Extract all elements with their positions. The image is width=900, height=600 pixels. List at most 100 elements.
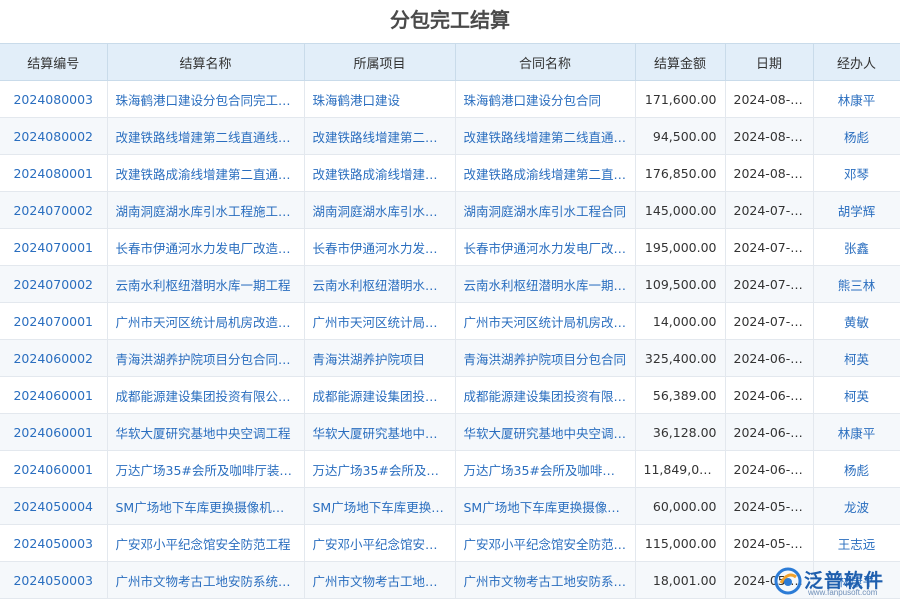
cell-contract-name[interactable]: 云南水利枢纽潜明水库一期合同: [455, 265, 636, 303]
cell-settlement-name[interactable]: 广州市文物考古工地安防系统工程: [107, 561, 305, 599]
cell-amount: 18,001.00: [635, 561, 726, 599]
header-contract-name[interactable]: 合同名称: [455, 43, 636, 81]
settlement-table: 结算编号 结算名称 所属项目 合同名称 结算金额 日期 经办人 20240800…: [0, 43, 900, 599]
cell-settlement-no[interactable]: 2024070002: [0, 265, 108, 303]
cell-contract-name[interactable]: 长春市伊通河水力发电厂改造合同: [455, 228, 636, 266]
cell-date: 2024-07-12: [725, 191, 814, 229]
cell-settlement-no[interactable]: 2024080003: [0, 80, 108, 118]
table-row[interactable]: 2024060001 华软大厦研究基地中央空调工程 华软大厦研究基地中央空调 华软大厦…: [0, 413, 900, 451]
cell-handler: 王志远: [813, 524, 900, 562]
cell-handler: 胡学辉: [813, 191, 900, 229]
cell-project[interactable]: 广州市天河区统计局机房改造: [304, 302, 456, 340]
header-settlement-name[interactable]: 结算名称: [107, 43, 305, 81]
cell-settlement-no[interactable]: 2024060001: [0, 450, 108, 488]
cell-contract-name[interactable]: 广州市天河区统计局机房改造合同: [455, 302, 636, 340]
cell-settlement-no[interactable]: 2024070001: [0, 228, 108, 266]
table-row[interactable]: 2024050004 SM广场地下车库更换摄像机工程 SM广场地下车库更换摄像机 SM…: [0, 487, 900, 525]
cell-settlement-name[interactable]: 珠海鹤港口建设分包合同完工结算: [107, 80, 305, 118]
cell-contract-name[interactable]: 万达广场35#会所及咖啡厅合同: [455, 450, 636, 488]
cell-settlement-no[interactable]: 2024070001: [0, 302, 108, 340]
cell-project[interactable]: SM广场地下车库更换摄像机: [304, 487, 456, 525]
cell-project[interactable]: 广州市文物考古工地安防系统: [304, 561, 456, 599]
table-row[interactable]: 2024060002 青海洪湖养护院项目分包合同结算 青海洪湖养护院项目 青海洪湖养护…: [0, 339, 900, 377]
cell-settlement-name[interactable]: 湖南洞庭湖水库引水工程施工结算: [107, 191, 305, 229]
cell-contract-name[interactable]: 改建铁路成渝线增建第二直通线合同: [455, 154, 636, 192]
cell-project[interactable]: 华软大厦研究基地中央空调: [304, 413, 456, 451]
cell-handler: 熊三林: [813, 265, 900, 303]
cell-project[interactable]: 珠海鹤港口建设: [304, 80, 456, 118]
cell-amount: 11,849,000.00: [635, 450, 726, 488]
cell-contract-name[interactable]: 广州市文物考古工地安防系统合同: [455, 561, 636, 599]
cell-date: 2024-05-21: [725, 487, 814, 525]
page-title: 分包完工结算: [390, 8, 510, 32]
cell-settlement-no[interactable]: 2024060001: [0, 376, 108, 414]
table-row[interactable]: 2024080002改建铁路线增建第二线直通线工程改建铁路线增建第二线直通线改建…: [0, 117, 900, 155]
cell-settlement-name[interactable]: 改建铁路成渝线增建第二直通线工程: [107, 154, 305, 192]
cell-settlement-name[interactable]: 华软大厦研究基地中央空调工程: [107, 413, 305, 451]
cell-settlement-name[interactable]: 万达广场35#会所及咖啡厅装修工程: [107, 450, 305, 488]
cell-contract-name[interactable]: 珠海鹤港口建设分包合同: [455, 80, 636, 118]
cell-handler: 邓琴: [813, 154, 900, 192]
cell-settlement-name[interactable]: 广州市天河区统计局机房改造工程: [107, 302, 305, 340]
header-project[interactable]: 所属项目: [304, 43, 456, 81]
cell-project[interactable]: 成都能源建设集团投资有限公司: [304, 376, 456, 414]
table-row[interactable]: 2024070002 云南水利枢纽潜明水库一期工程 云南水利枢纽潜明水库一期 云南水利…: [0, 265, 900, 303]
table-row[interactable]: 2024060001 万达广场35#会所及咖啡厅装修工程 万达广场35#会所及咖啡厅…: [0, 450, 900, 488]
cell-date: 2024-06-01: [725, 450, 814, 488]
header-settlement-no[interactable]: 结算编号: [0, 43, 108, 81]
cell-project[interactable]: 广安邓小平纪念馆安全防范: [304, 524, 456, 562]
cell-settlement-name[interactable]: SM广场地下车库更换摄像机工程: [107, 487, 305, 525]
cell-contract-name[interactable]: 成都能源建设集团投资有限公司合同: [455, 376, 636, 414]
cell-project[interactable]: 万达广场35#会所及咖啡厅: [304, 450, 456, 488]
cell-settlement-no[interactable]: 2024080002: [0, 117, 108, 155]
cell-settlement-name[interactable]: 云南水利枢纽潜明水库一期工程: [107, 265, 305, 303]
table-row[interactable]: 2024050003广州市文物考古工地安防系统工程广州市文物考古工地安防系统广州…: [0, 561, 900, 599]
cell-settlement-name[interactable]: 改建铁路线增建第二线直通线工程: [107, 117, 305, 155]
cell-project[interactable]: 改建铁路成渝线增建第二直通线: [304, 154, 456, 192]
table-row[interactable]: 2024060001成都能源建设集团投资有限公司工程成都能源建设集团投资有限公司…: [0, 376, 900, 414]
cell-settlement-name[interactable]: 青海洪湖养护院项目分包合同结算: [107, 339, 305, 377]
cell-contract-name[interactable]: 青海洪湖养护院项目分包合同: [455, 339, 636, 377]
header-date[interactable]: 日期: [725, 43, 814, 81]
cell-settlement-name[interactable]: 长春市伊通河水力发电厂改造工程: [107, 228, 305, 266]
cell-handler: 龙波: [813, 487, 900, 525]
cell-date: 2024-06-18: [725, 376, 814, 414]
cell-settlement-name[interactable]: 成都能源建设集团投资有限公司工程: [107, 376, 305, 414]
cell-project[interactable]: 湖南洞庭湖水库引水工程: [304, 191, 456, 229]
cell-handler: 黄敏: [813, 302, 900, 340]
cell-settlement-no[interactable]: 2024050004: [0, 487, 108, 525]
cell-date: 2024-08-16: [725, 154, 814, 192]
cell-project[interactable]: 云南水利枢纽潜明水库一期: [304, 265, 456, 303]
cell-contract-name[interactable]: 广安邓小平纪念馆安全防范合同: [455, 524, 636, 562]
cell-date: 2024-06-05: [725, 413, 814, 451]
cell-amount: 56,389.00: [635, 376, 726, 414]
cell-project[interactable]: 改建铁路线增建第二线直通线: [304, 117, 456, 155]
cell-amount: 115,000.00: [635, 524, 726, 562]
table-row[interactable]: 2024070001长春市伊通河水力发电厂改造工程长春市伊通河水力发电厂改造长春…: [0, 228, 900, 266]
cell-settlement-no[interactable]: 2024050003: [0, 561, 108, 599]
cell-settlement-no[interactable]: 2024060001: [0, 413, 108, 451]
cell-settlement-no[interactable]: 2024070002: [0, 191, 108, 229]
cell-date: 2024-07-05: [725, 228, 814, 266]
table-row[interactable]: 2024070001广州市天河区统计局机房改造工程广州市天河区统计局机房改造广州…: [0, 302, 900, 340]
cell-project[interactable]: 长春市伊通河水力发电厂改造: [304, 228, 456, 266]
cell-settlement-name[interactable]: 广安邓小平纪念馆安全防范工程: [107, 524, 305, 562]
cell-contract-name[interactable]: 改建铁路线增建第二线直通线合同: [455, 117, 636, 155]
cell-settlement-no[interactable]: 2024080001: [0, 154, 108, 192]
cell-amount: 36,128.00: [635, 413, 726, 451]
header-amount[interactable]: 结算金额: [635, 43, 726, 81]
cell-contract-name[interactable]: SM广场地下车库更换摄像机合同: [455, 487, 636, 525]
cell-amount: 145,000.00: [635, 191, 726, 229]
table-row[interactable]: 2024080001改建铁路成渝线增建第二直通线工程改建铁路成渝线增建第二直通线…: [0, 154, 900, 192]
cell-amount: 14,000.00: [635, 302, 726, 340]
cell-project[interactable]: 青海洪湖养护院项目: [304, 339, 456, 377]
cell-settlement-no[interactable]: 2024050003: [0, 524, 108, 562]
table-row[interactable]: 2024080003 珠海鹤港口建设分包合同完工结算 珠海鹤港口建设 珠海鹤港口建设分…: [0, 80, 900, 118]
cell-contract-name[interactable]: 湖南洞庭湖水库引水工程合同: [455, 191, 636, 229]
table-row[interactable]: 2024070002 湖南洞庭湖水库引水工程施工结算 湖南洞庭湖水库引水工程 湖南洞庭…: [0, 191, 900, 229]
header-handler[interactable]: 经办人: [813, 43, 900, 81]
cell-contract-name[interactable]: 华软大厦研究基地中央空调合同: [455, 413, 636, 451]
cell-amount: 171,600.00: [635, 80, 726, 118]
table-row[interactable]: 2024050003 广安邓小平纪念馆安全防范工程 广安邓小平纪念馆安全防范 广安邓小…: [0, 524, 900, 562]
cell-settlement-no[interactable]: 2024060002: [0, 339, 108, 377]
